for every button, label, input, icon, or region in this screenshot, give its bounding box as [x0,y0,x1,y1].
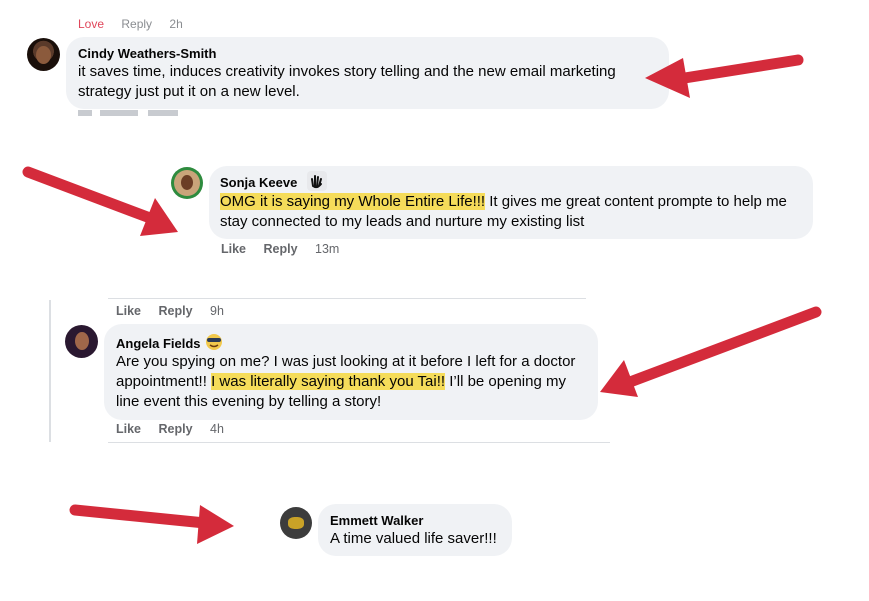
annotation-arrows [22,54,822,544]
red-arrow-icon [645,54,804,98]
red-arrow-icon [69,504,234,544]
red-arrow-icon [22,166,178,236]
red-arrow-icon [600,306,822,397]
